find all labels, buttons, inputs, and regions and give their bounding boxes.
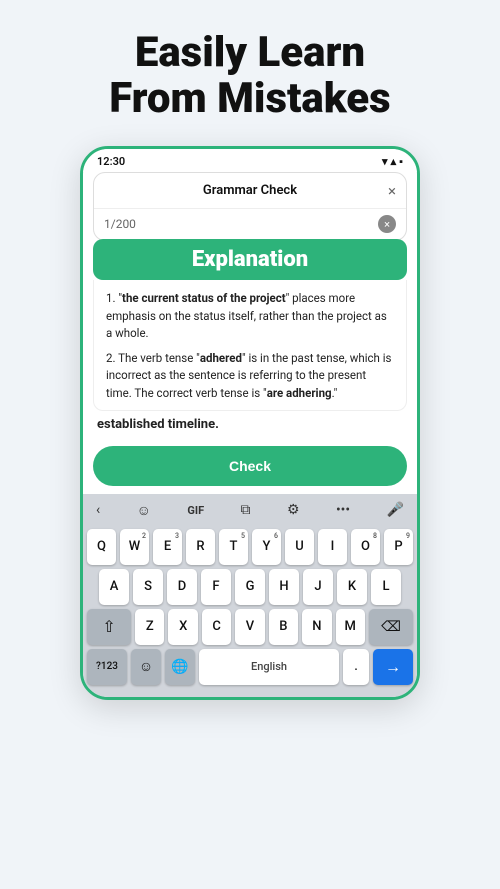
- explanation-point-2: 2. The verb tense "adhered" is in the pa…: [106, 350, 394, 402]
- modal-title: Grammar Check: [203, 183, 297, 198]
- key-q[interactable]: Q: [87, 529, 116, 565]
- key-b[interactable]: B: [269, 609, 298, 645]
- modal-header: Grammar Check ×: [94, 173, 406, 209]
- key-e[interactable]: E3: [153, 529, 182, 565]
- key-g[interactable]: G: [235, 569, 265, 605]
- keyboard: Q W2 E3 R T5 Y6 U I O8 P9 A S D F G H J …: [83, 525, 417, 697]
- key-h[interactable]: H: [269, 569, 299, 605]
- explanation-content: 1. "the current status of the project" p…: [93, 280, 407, 411]
- enter-key[interactable]: →: [373, 649, 413, 685]
- key-c[interactable]: C: [202, 609, 231, 645]
- grammar-modal: Grammar Check × 1/200 ×: [93, 172, 407, 241]
- clear-button[interactable]: ×: [378, 215, 396, 233]
- keyboard-toolbar: ‹ ☺ GIF ⧉ ⚙ ••• 🎤: [83, 494, 417, 525]
- keyboard-row-bottom: ?123 ☺ 🌐 English . →: [87, 649, 413, 685]
- key-r[interactable]: R: [186, 529, 215, 565]
- keyboard-row-2: A S D F G H J K L: [87, 569, 413, 605]
- timeline-text: established timeline.: [83, 411, 417, 438]
- emoji-key[interactable]: ☺: [131, 649, 161, 685]
- explanation-badge: Explanation: [93, 239, 407, 280]
- symbols-key[interactable]: ?123: [87, 649, 127, 685]
- status-icons: ▾ ▴ ▪: [382, 155, 403, 168]
- key-n[interactable]: N: [302, 609, 331, 645]
- key-d[interactable]: D: [167, 569, 197, 605]
- status-time: 12:30: [97, 155, 125, 168]
- key-s[interactable]: S: [133, 569, 163, 605]
- key-z[interactable]: Z: [135, 609, 164, 645]
- space-key[interactable]: English: [199, 649, 339, 685]
- check-button[interactable]: Check: [93, 446, 407, 486]
- keyboard-row-1: Q W2 E3 R T5 Y6 U I O8 P9: [87, 529, 413, 565]
- key-y[interactable]: Y6: [252, 529, 281, 565]
- shift-key[interactable]: ⇧: [87, 609, 131, 645]
- key-x[interactable]: X: [168, 609, 197, 645]
- period-key[interactable]: .: [343, 649, 369, 685]
- settings-icon[interactable]: ⚙: [282, 500, 305, 520]
- more-icon[interactable]: •••: [331, 500, 355, 520]
- back-icon[interactable]: ‹: [91, 500, 105, 520]
- phone-mockup: 12:30 ▾ ▴ ▪ Grammar Check × 1/200 × Expl…: [80, 146, 420, 700]
- wifi-icon: ▴: [391, 155, 397, 168]
- modal-close-button[interactable]: ×: [388, 182, 396, 200]
- key-o[interactable]: O8: [351, 529, 380, 565]
- headline: Easily Learn From Mistakes: [89, 30, 410, 122]
- input-row: 1/200 ×: [94, 209, 406, 240]
- globe-key[interactable]: 🌐: [165, 649, 195, 685]
- key-t[interactable]: T5: [219, 529, 248, 565]
- mic-icon[interactable]: 🎤: [382, 500, 409, 520]
- keyboard-row-3: ⇧ Z X C V B N M ⌫: [87, 609, 413, 645]
- key-l[interactable]: L: [371, 569, 401, 605]
- key-v[interactable]: V: [235, 609, 264, 645]
- delete-key[interactable]: ⌫: [369, 609, 413, 645]
- gif-icon[interactable]: GIF: [182, 502, 209, 519]
- clipboard-icon[interactable]: ⧉: [236, 500, 256, 520]
- key-u[interactable]: U: [285, 529, 314, 565]
- signal-icon: ▾: [382, 155, 388, 168]
- key-m[interactable]: M: [336, 609, 365, 645]
- key-f[interactable]: F: [201, 569, 231, 605]
- char-counter: 1/200: [104, 217, 378, 231]
- emoji-toolbar-icon[interactable]: ☺: [132, 500, 156, 521]
- key-j[interactable]: J: [303, 569, 333, 605]
- explanation-point-1: 1. "the current status of the project" p…: [106, 290, 394, 342]
- battery-icon: ▪: [399, 155, 403, 168]
- key-w[interactable]: W2: [120, 529, 149, 565]
- key-p[interactable]: P9: [384, 529, 413, 565]
- key-k[interactable]: K: [337, 569, 367, 605]
- key-a[interactable]: A: [99, 569, 129, 605]
- key-i[interactable]: I: [318, 529, 347, 565]
- status-bar: 12:30 ▾ ▴ ▪: [83, 149, 417, 172]
